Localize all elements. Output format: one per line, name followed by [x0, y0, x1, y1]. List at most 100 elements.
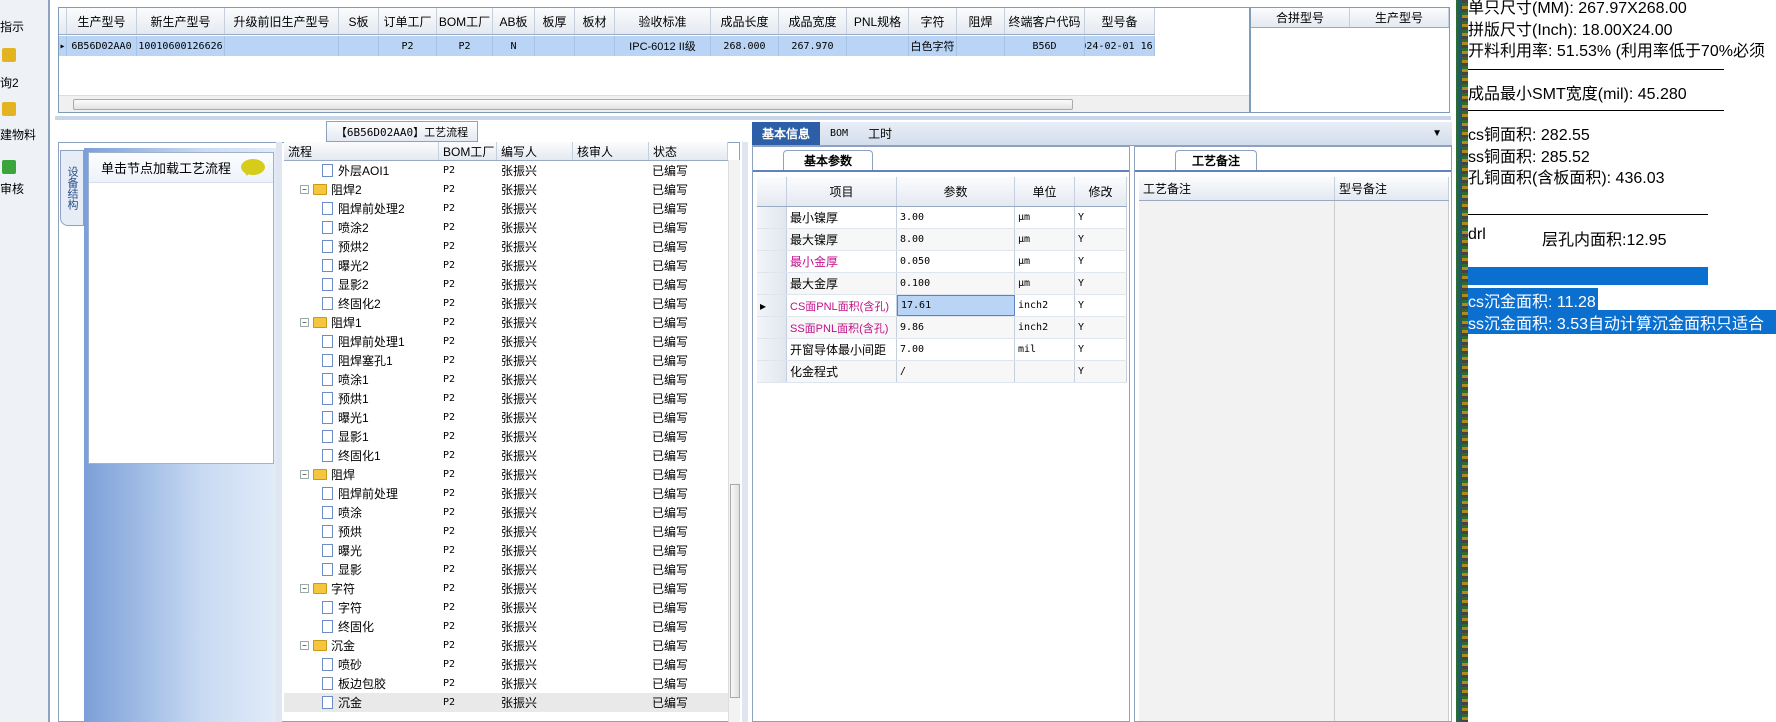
param-value-cell[interactable]: 0.050 — [897, 251, 1015, 272]
tree-node[interactable]: − 阻焊1 — [284, 313, 439, 332]
param-edit-cell[interactable]: Y — [1075, 317, 1127, 338]
column-header[interactable]: 成品长度 — [711, 8, 779, 34]
column-header[interactable]: 阻焊 — [957, 8, 1005, 34]
grid-cell[interactable]: 268.000 — [711, 36, 779, 56]
grid-cell[interactable]: 267.970 — [779, 36, 847, 56]
production-model-column[interactable]: 生产型号 — [1350, 8, 1449, 27]
params-row[interactable]: 开窗导体最小间距 7.00 mil Y — [757, 339, 1127, 361]
flow-splitter[interactable] — [276, 142, 282, 722]
tree-row[interactable]: 外层AOI1 P2 张振兴 已编写 — [284, 161, 728, 180]
column-header[interactable]: PNL规格 — [847, 8, 909, 34]
param-value-cell[interactable]: 0.100 — [897, 273, 1015, 294]
tree-node[interactable]: − 沉金 — [284, 636, 439, 655]
tree-node[interactable]: 阻焊前处理 — [284, 484, 439, 503]
column-author[interactable]: 编写人 — [497, 142, 573, 160]
tree-row[interactable]: 显影1 P2 张振兴 已编写 — [284, 427, 728, 446]
chevron-down-icon[interactable]: ▼ — [1422, 122, 1452, 145]
params-row[interactable]: 化金程式 / Y — [757, 361, 1127, 383]
param-value-cell[interactable]: 3.00 — [897, 207, 1015, 228]
column-header[interactable]: S板 — [339, 8, 379, 34]
tab-process-remark[interactable]: 工艺备注 — [1175, 150, 1257, 170]
column-header[interactable]: 板材 — [575, 8, 615, 34]
model-remark-textarea[interactable] — [1335, 201, 1449, 721]
params-row[interactable]: 最小金厚 0.050 μm Y — [757, 251, 1127, 273]
horizontal-scrollbar[interactable] — [59, 95, 1249, 112]
tree-vertical-scrollbar[interactable] — [728, 160, 740, 722]
info-splitter[interactable] — [742, 142, 748, 722]
tree-row[interactable]: − 沉金 P2 张振兴 已编写 — [284, 636, 728, 655]
grid-cell[interactable] — [339, 36, 379, 56]
merge-model-column[interactable]: 合拼型号 — [1251, 8, 1350, 27]
params-row[interactable]: ▸ CS面PNL面积(含孔) 17.61 inch2 Y — [757, 295, 1127, 317]
column-edit[interactable]: 修改 — [1075, 177, 1127, 206]
tab-basic-info[interactable]: 基本信息 — [752, 122, 821, 145]
column-item[interactable]: 项目 — [787, 177, 897, 206]
launcher-material[interactable]: 建物料 — [0, 126, 36, 143]
tree-row[interactable]: 阻焊前处理 P2 张振兴 已编写 — [284, 484, 728, 503]
column-header[interactable]: 验收标准 — [615, 8, 711, 34]
tree-node[interactable]: 显影 — [284, 560, 439, 579]
collapse-icon[interactable]: − — [300, 185, 309, 194]
column-status[interactable]: 状态 — [649, 142, 728, 160]
launcher-audit[interactable]: 审核 — [0, 180, 24, 197]
grid-cell[interactable]: IPC-6012 II级 — [615, 36, 711, 56]
tree-row[interactable]: 阻焊前处理1 P2 张振兴 已编写 — [284, 332, 728, 351]
column-header[interactable]: 订单工厂 — [379, 8, 437, 34]
column-header[interactable]: 型号备 — [1085, 8, 1155, 34]
param-edit-cell[interactable]: Y — [1075, 207, 1127, 228]
column-value[interactable]: 参数 — [897, 177, 1015, 206]
collapse-icon[interactable]: − — [300, 470, 309, 479]
tree-row[interactable]: 曝光1 P2 张振兴 已编写 — [284, 408, 728, 427]
column-header[interactable]: 升级前旧生产型号 — [225, 8, 339, 34]
tree-row[interactable]: 喷涂 P2 张振兴 已编写 — [284, 503, 728, 522]
tree-row[interactable]: 喷涂2 P2 张振兴 已编写 — [284, 218, 728, 237]
grid-cell[interactable] — [575, 36, 615, 56]
column-reviewer[interactable]: 核审人 — [573, 142, 649, 160]
tree-node[interactable]: 板边包胶 — [284, 674, 439, 693]
tree-row[interactable]: 曝光 P2 张振兴 已编写 — [284, 541, 728, 560]
params-row[interactable]: 最大金厚 0.100 μm Y — [757, 273, 1127, 295]
param-value-cell[interactable]: 7.00 — [897, 339, 1015, 360]
column-process-remark[interactable]: 工艺备注 — [1139, 177, 1335, 200]
column-header[interactable]: 新生产型号 — [137, 8, 225, 34]
param-value-cell[interactable]: 8.00 — [897, 229, 1015, 250]
product-grid-row[interactable]: ▸ 6B56D02AA0 10010600126626 P2 P2 N IPC-6012 I… — [59, 36, 1155, 56]
tree-row[interactable]: − 阻焊 P2 张振兴 已编写 — [284, 465, 728, 484]
tree-row[interactable]: 沉金 P2 张振兴 已编写 — [284, 693, 728, 712]
param-value-cell[interactable]: 17.61 — [897, 295, 1015, 316]
grid-cell[interactable]: P2 — [437, 36, 493, 56]
params-row[interactable]: 最小镍厚 3.00 μm Y — [757, 207, 1127, 229]
launcher-instruction[interactable]: 指示 — [0, 18, 24, 35]
tree-node[interactable]: 喷涂1 — [284, 370, 439, 389]
tree-node[interactable]: 喷涂 — [284, 503, 439, 522]
tree-node[interactable]: 预烘1 — [284, 389, 439, 408]
column-header[interactable]: 生产型号 — [67, 8, 137, 34]
tree-row[interactable]: 喷涂1 P2 张振兴 已编写 — [284, 370, 728, 389]
column-header[interactable]: 字符 — [909, 8, 957, 34]
column-header[interactable]: 终端客户代码 — [1005, 8, 1085, 34]
grid-cell[interactable] — [225, 36, 339, 56]
scrollbar-thumb[interactable] — [730, 484, 740, 698]
tree-row[interactable]: 终固化2 P2 张振兴 已编写 — [284, 294, 728, 313]
column-bom-factory[interactable]: BOM工厂 — [439, 142, 497, 160]
tree-row[interactable]: − 阻焊1 P2 张振兴 已编写 — [284, 313, 728, 332]
tab-basic-params[interactable]: 基本参数 — [783, 150, 873, 170]
grid-cell[interactable] — [535, 36, 575, 56]
tree-row[interactable]: 终固化 P2 张振兴 已编写 — [284, 617, 728, 636]
tree-row[interactable]: 阻焊塞孔1 P2 张振兴 已编写 — [284, 351, 728, 370]
tree-node[interactable]: 阻焊前处理2 — [284, 199, 439, 218]
params-row[interactable]: 最大镍厚 8.00 μm Y — [757, 229, 1127, 251]
collapse-icon[interactable]: − — [300, 584, 309, 593]
tree-node[interactable]: 预烘 — [284, 522, 439, 541]
tree-row[interactable]: 字符 P2 张振兴 已编写 — [284, 598, 728, 617]
tree-node[interactable]: 终固化 — [284, 617, 439, 636]
tree-node[interactable]: 终固化2 — [284, 294, 439, 313]
ss-gold-area[interactable]: ss沉金面积: 3.53自动计算沉金面积只适合 — [1468, 310, 1776, 334]
tree-node[interactable]: 喷涂2 — [284, 218, 439, 237]
tree-node[interactable]: 字符 — [284, 598, 439, 617]
tree-row[interactable]: 显影2 P2 张振兴 已编写 — [284, 275, 728, 294]
tree-row[interactable]: 预烘1 P2 张振兴 已编写 — [284, 389, 728, 408]
param-edit-cell[interactable]: Y — [1075, 273, 1127, 294]
collapse-icon[interactable]: − — [300, 318, 309, 327]
grid-cell[interactable] — [957, 36, 1005, 56]
